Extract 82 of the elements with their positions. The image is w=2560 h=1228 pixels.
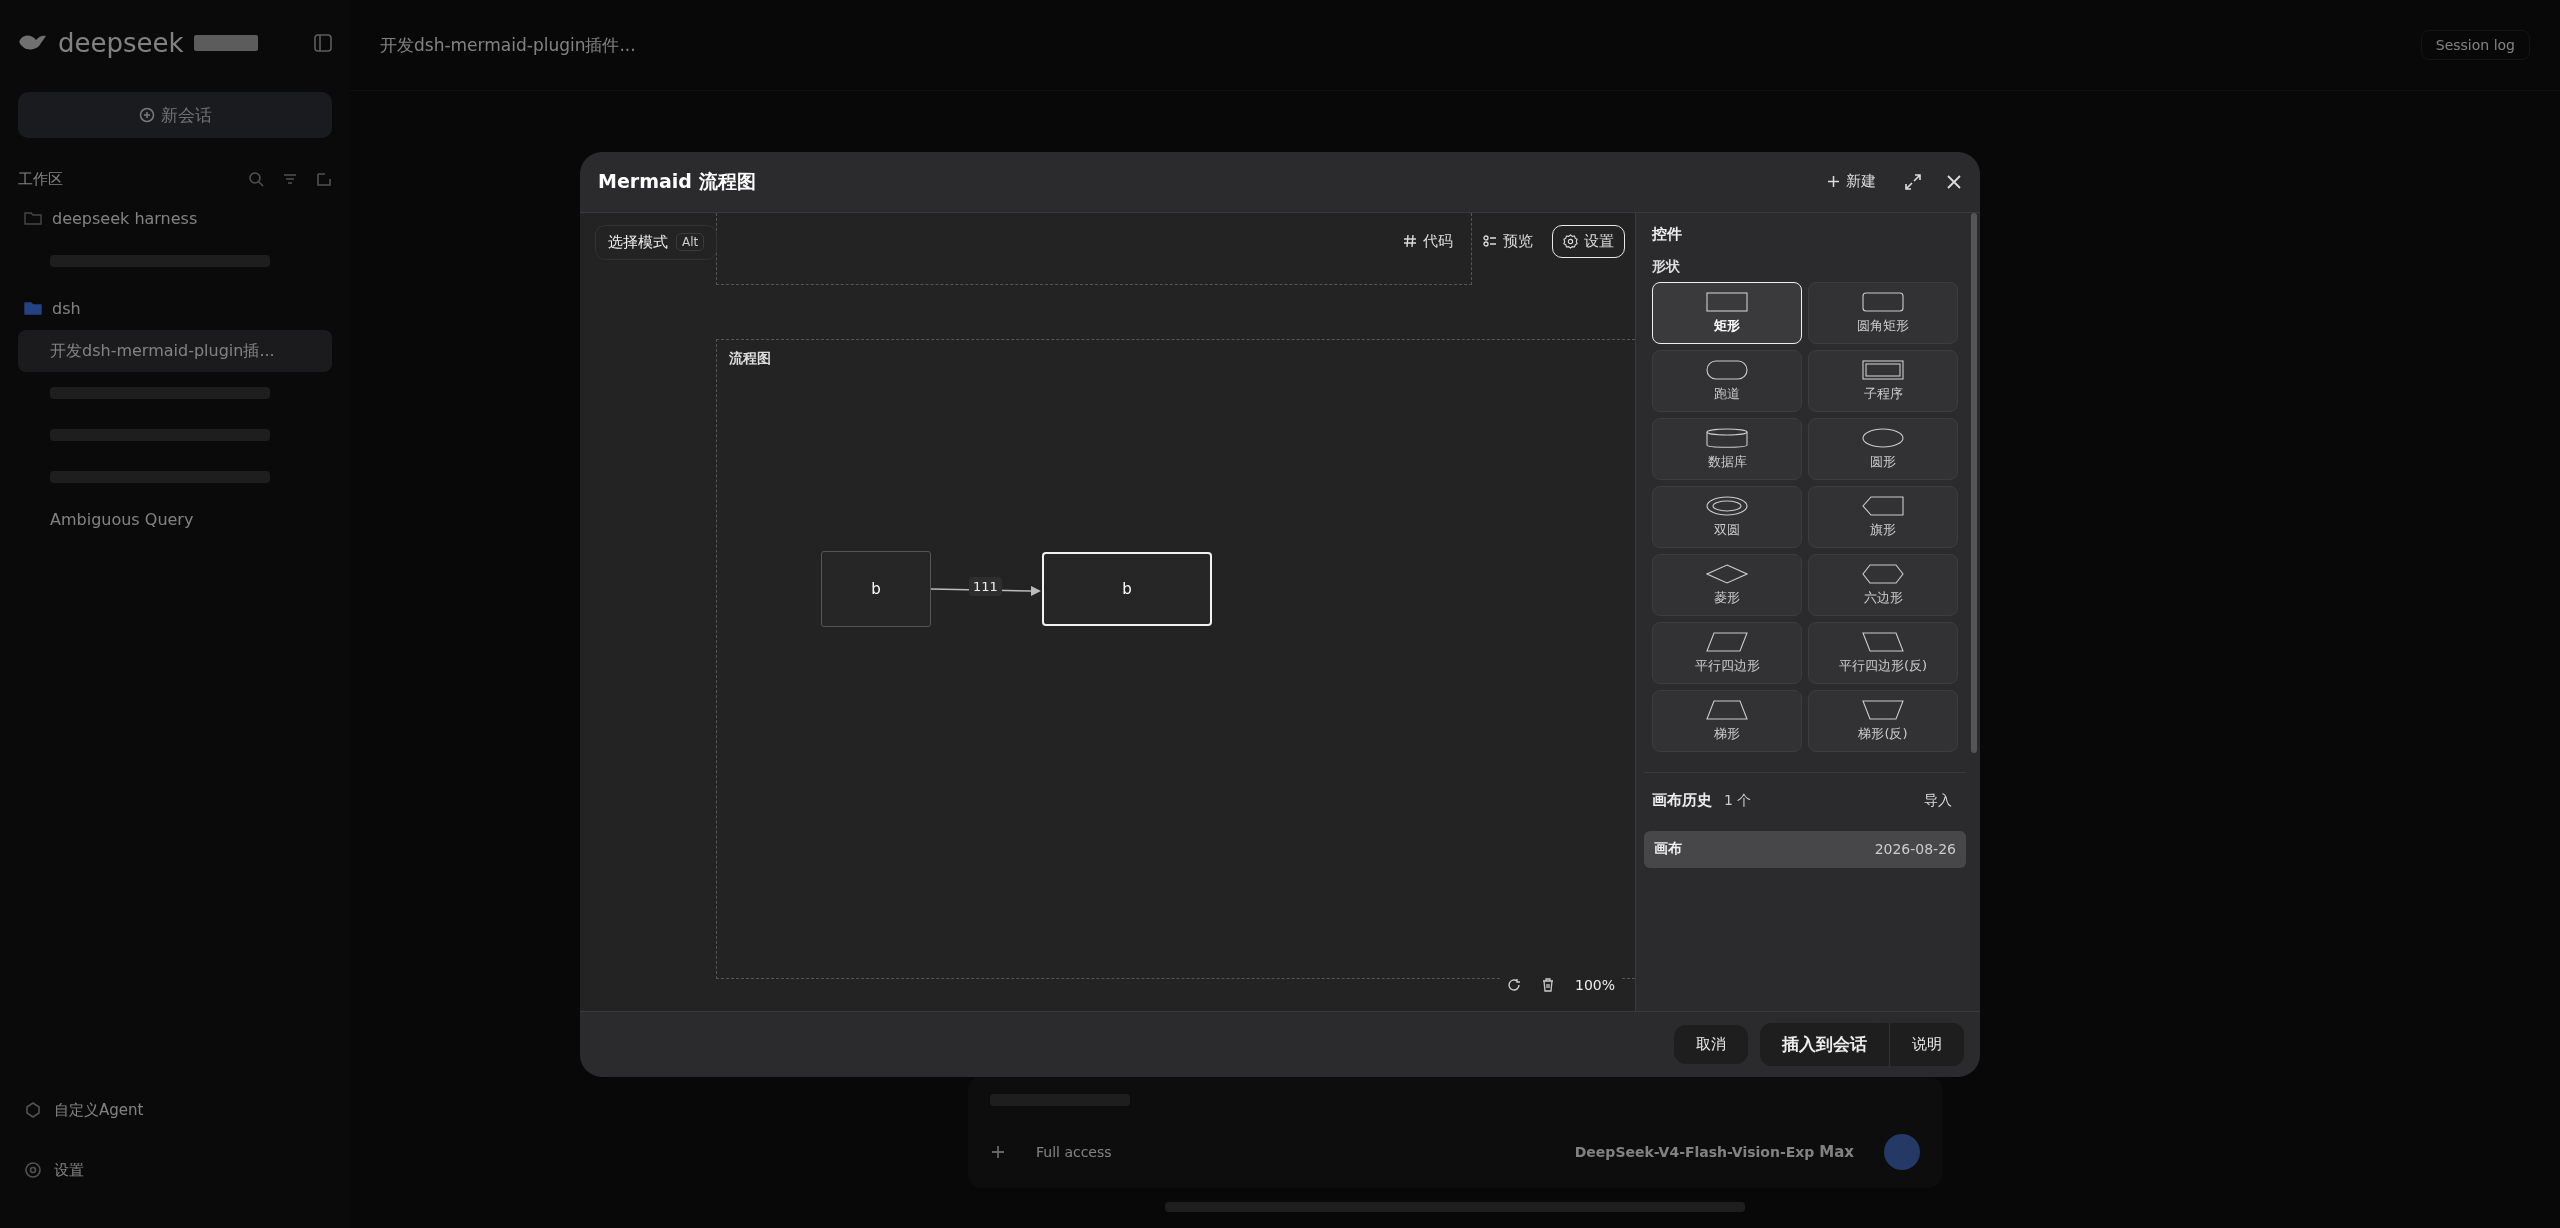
import-button[interactable]: 导入 [1918, 790, 1958, 811]
parallelogram-alt-shape-icon [1862, 630, 1904, 653]
shape-button[interactable]: 梯形(反) [1808, 689, 1958, 752]
edge-label: 111 [969, 576, 1002, 596]
trapezoid-shape-icon [1706, 698, 1748, 721]
flag-shape-icon [1862, 494, 1904, 517]
close-icon[interactable] [1946, 173, 1962, 190]
mode-chip[interactable]: 选择模式 Alt [595, 224, 718, 260]
shape-button[interactable]: 圆角矩形 [1808, 281, 1958, 344]
sidebar-toggle-icon[interactable] [314, 34, 332, 52]
shape-button[interactable]: 子程序 [1808, 349, 1958, 412]
cancel-button[interactable]: 取消 [1674, 1024, 1748, 1064]
plus-icon [1827, 175, 1840, 188]
hexagon-shape-icon [1862, 562, 1904, 585]
settings-icon [1563, 233, 1578, 249]
history-title: 画布历史 [1652, 791, 1712, 810]
help-button[interactable]: 说明 [1889, 1022, 1964, 1066]
hash-icon [1403, 234, 1417, 248]
dialog-title: Mermaid 流程图 [598, 168, 756, 194]
settings-icon [24, 1161, 42, 1179]
trash-icon[interactable] [1540, 977, 1555, 992]
workspace-label: 工作区 [18, 169, 63, 189]
new-chat-button[interactable]: 新会话 [18, 92, 332, 138]
rect-shape-icon [1706, 290, 1748, 313]
shape-button[interactable]: 圆形 [1808, 417, 1958, 480]
view-tab[interactable]: 预览 [1472, 224, 1544, 258]
double-circle-shape-icon [1706, 494, 1748, 517]
shape-button[interactable]: 数据库 [1652, 417, 1802, 480]
zoom-level: 100% [1574, 976, 1615, 993]
search-icon[interactable] [248, 171, 264, 187]
shape-button[interactable]: 菱形 [1652, 553, 1802, 616]
history-item[interactable]: 画布 2026-08-26 [1644, 830, 1966, 868]
refresh-icon[interactable] [1506, 977, 1521, 992]
session-log-button[interactable]: Session log [2420, 30, 2530, 60]
brand-name: deepseek [58, 28, 184, 58]
session-item[interactable]: 开发dsh-mermaid-plugin插... [18, 330, 332, 372]
scrollbar[interactable] [1971, 212, 1977, 753]
sidebar-link[interactable]: 自定义Agent [18, 1080, 332, 1140]
folder-item[interactable]: dsh [18, 286, 332, 330]
shape-button[interactable]: 梯形 [1652, 689, 1802, 752]
message-composer[interactable]: Full access DeepSeek-V4-Flash-Vision-Exp Max [968, 1076, 1942, 1188]
plus-circle-icon [138, 107, 155, 123]
shape-button[interactable]: 双圆 [1652, 485, 1802, 548]
diamond-shape-icon [1706, 562, 1748, 585]
history-count: 1 个 [1724, 791, 1752, 810]
flowchart-node[interactable]: b [1042, 551, 1212, 626]
database-shape-icon [1706, 426, 1748, 449]
agent-icon [24, 1101, 42, 1119]
stadium-shape-icon [1706, 358, 1748, 381]
new-folder-icon[interactable] [316, 171, 332, 187]
shape-button[interactable]: 矩形 [1652, 281, 1802, 344]
circle-shape-icon [1862, 426, 1904, 449]
model-selector[interactable]: DeepSeek-V4-Flash-Vision-Exp Max [1574, 1143, 1854, 1161]
add-icon[interactable] [990, 1144, 1006, 1160]
subgraph-label: 流程图 [729, 349, 771, 366]
list-icon [1483, 234, 1497, 248]
session-item[interactable]: Ambiguous Query [18, 498, 332, 540]
sidebar-link[interactable]: 设置 [18, 1140, 332, 1200]
flowchart-node[interactable]: b [821, 550, 931, 627]
subroutine-shape-icon [1862, 358, 1904, 381]
trapezoid-alt-shape-icon [1862, 698, 1904, 721]
parallelogram-shape-icon [1706, 630, 1748, 653]
section-label: 形状 [1651, 257, 1681, 276]
conversation-title: 开发dsh-mermaid-plugin插件... [380, 33, 636, 57]
new-button[interactable]: 新建 [1823, 168, 1880, 195]
version-badge [193, 35, 258, 51]
view-tab[interactable]: 设置 [1552, 224, 1625, 258]
folder-item[interactable]: deepseek harness [18, 196, 332, 240]
send-button[interactable] [1884, 1134, 1920, 1170]
view-tab[interactable]: 代码 [1392, 224, 1464, 258]
access-selector[interactable]: Full access [1036, 1144, 1112, 1160]
filter-icon[interactable] [282, 171, 298, 187]
shape-button[interactable]: 六边形 [1808, 553, 1958, 616]
diagram-canvas[interactable]: 流程图 b 111 b 选择模式 Alt 代码 预览 设置 100% [580, 212, 1636, 1011]
expand-icon[interactable] [1904, 172, 1922, 191]
shape-button[interactable]: 平行四边形(反) [1808, 621, 1958, 684]
shape-button[interactable]: 平行四边形 [1652, 621, 1802, 684]
shape-button[interactable]: 跑道 [1652, 349, 1802, 412]
shape-button[interactable]: 旗形 [1808, 485, 1958, 548]
panel-title: 控件 [1651, 224, 1683, 244]
round-shape-icon [1862, 290, 1904, 313]
shortcut-key: Alt [676, 233, 705, 251]
